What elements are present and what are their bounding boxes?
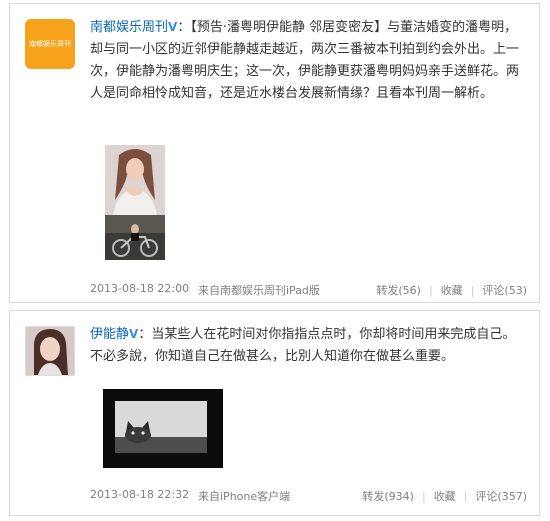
comment-button[interactable]: 评论(53): [482, 284, 527, 297]
post-content: 伊能静V：当某些人在花时间对你指指点点时，你却将时间用来完成自己。不必多說，你知…: [90, 323, 527, 368]
weibo-post-card: 伊能静V：当某些人在花时间对你指指点点时，你却将时间用来完成自己。不必多說，你知…: [9, 310, 540, 516]
weibo-post-card: 南都娱乐周刊 南都娱乐周刊V：【预告·潘粤明伊能静 邻居变密友】与董洁婚变的潘粤…: [9, 3, 540, 303]
cat-image: [103, 389, 223, 468]
post-source[interactable]: 来自南都娱乐周刊iPad版: [198, 282, 320, 298]
favorite-button[interactable]: 收藏: [434, 490, 456, 503]
comment-button[interactable]: 评论(357): [475, 490, 527, 503]
post-image-cat[interactable]: [103, 389, 223, 468]
post-source[interactable]: 来自iPhone客户端: [198, 488, 290, 504]
author-link[interactable]: 伊能静: [90, 327, 129, 342]
post-meta: 2013-08-18 22:00 来自南都娱乐周刊iPad版 转发(56) | 收藏…: [90, 282, 527, 298]
woman-avatar-image: [26, 327, 74, 375]
author-link[interactable]: 南都娱乐周刊: [90, 20, 168, 35]
verified-badge-icon: V: [129, 327, 139, 341]
post-meta: 2013-08-18 22:32 来自iPhone客户端 转发(934) | 收藏 |…: [90, 488, 527, 504]
post-image-motorcycle[interactable]: [105, 215, 165, 260]
repost-button[interactable]: 转发(934): [362, 490, 414, 503]
repost-button[interactable]: 转发(56): [376, 284, 421, 297]
action-divider: |: [428, 284, 433, 297]
woman-portrait-image: [105, 145, 165, 215]
post-text: ：当某些人在花时间对你指指点点时，你却将时间用来完成自己。不必多說，你知道自己在…: [90, 327, 516, 364]
avatar[interactable]: 南都娱乐周刊: [25, 19, 75, 69]
action-divider: |: [463, 490, 468, 503]
avatar[interactable]: [25, 326, 75, 376]
post-timestamp[interactable]: 2013-08-18 22:00: [90, 282, 189, 295]
post-image-woman-portrait[interactable]: [105, 145, 165, 215]
verified-badge-icon: V: [168, 20, 178, 34]
post-actions: 转发(56) | 收藏 | 评论(53): [376, 282, 527, 298]
action-divider: |: [421, 490, 426, 503]
avatar-logo-text: 南都娱乐周刊: [29, 40, 71, 48]
action-divider: |: [470, 284, 475, 297]
post-actions: 转发(934) | 收藏 | 评论(357): [362, 488, 527, 504]
motorcycle-image: [105, 215, 165, 260]
post-timestamp[interactable]: 2013-08-18 22:32: [90, 488, 189, 501]
favorite-button[interactable]: 收藏: [441, 284, 463, 297]
post-content: 南都娱乐周刊V：【预告·潘粤明伊能静 邻居变密友】与董洁婚变的潘粤明，却与同一小…: [90, 16, 527, 105]
